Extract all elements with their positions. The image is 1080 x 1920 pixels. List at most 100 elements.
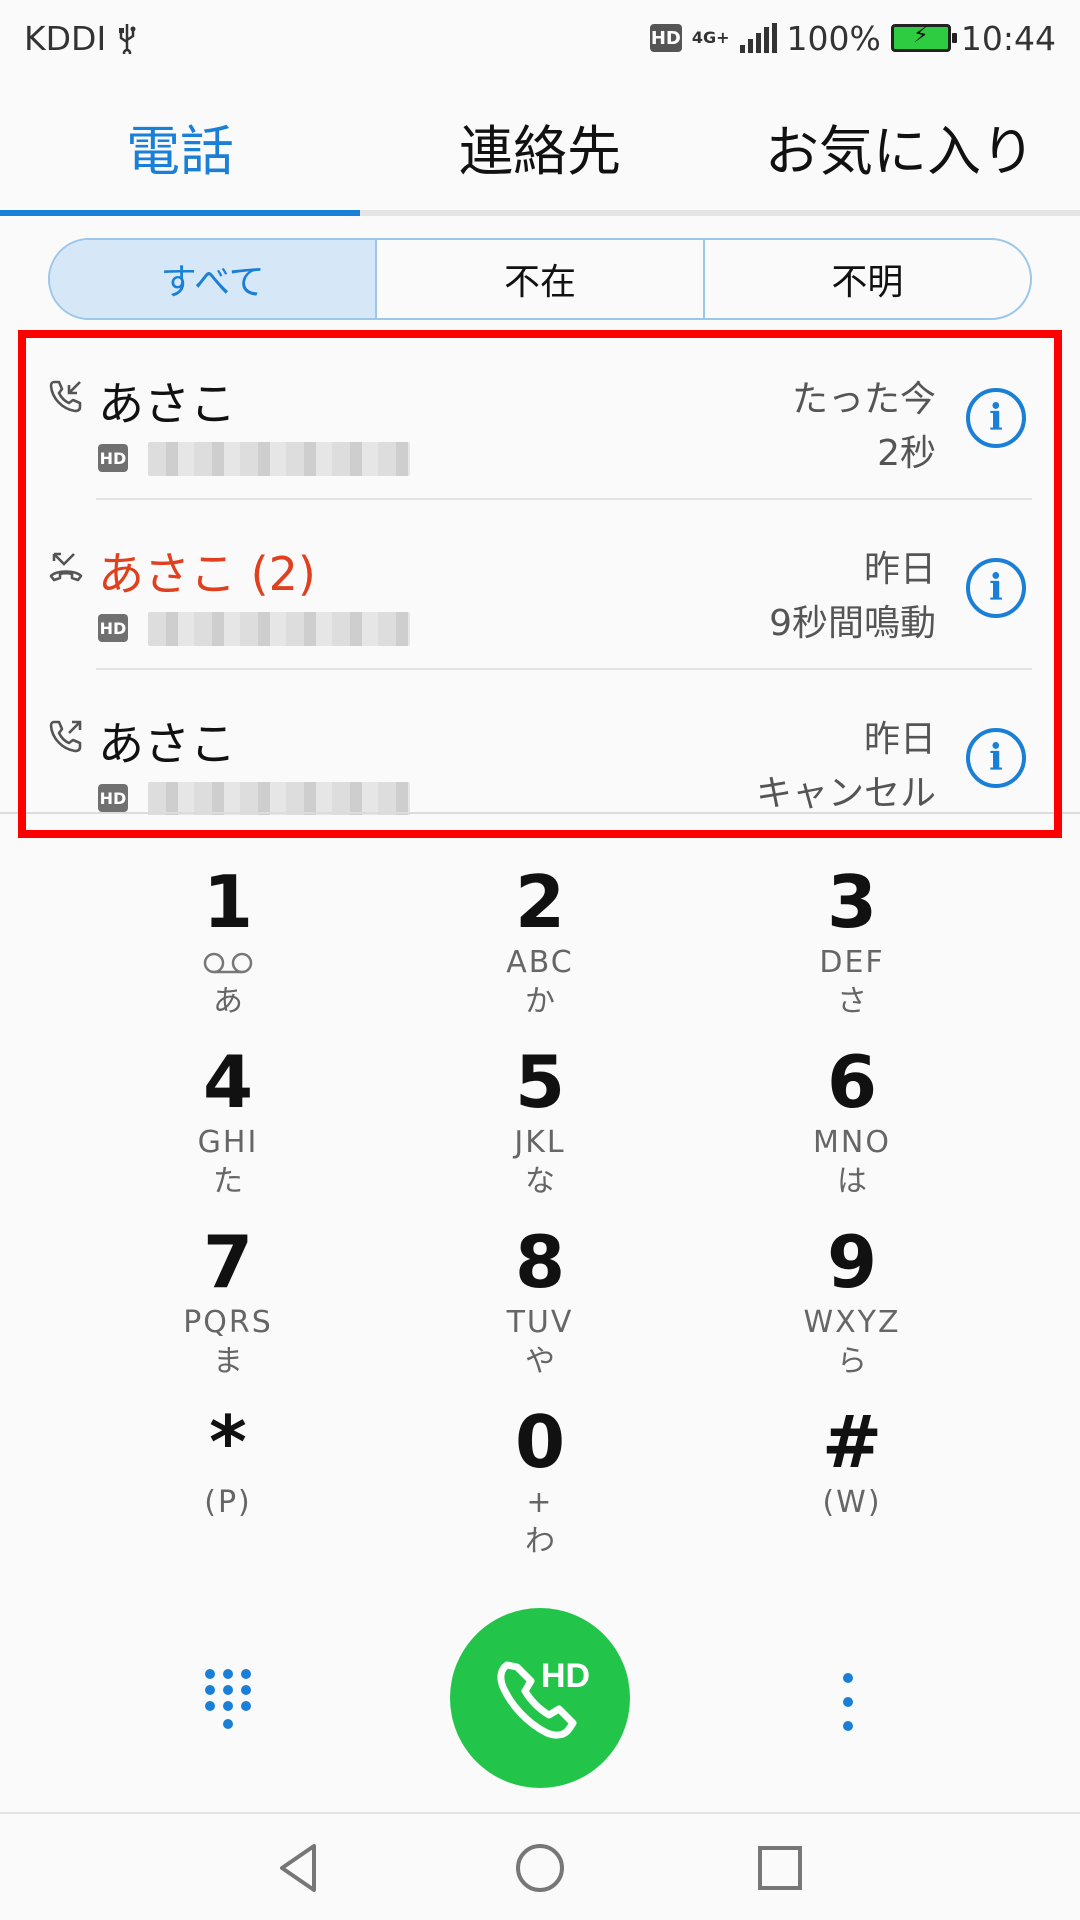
hd-badge: HD xyxy=(98,444,128,472)
status-left: KDDI xyxy=(24,19,138,58)
call-time: たった今 xyxy=(791,379,936,420)
key-digit: 6 xyxy=(826,1040,878,1124)
dial-key-1[interactable]: 1 あ xyxy=(72,860,384,1040)
redacted-number xyxy=(148,442,410,476)
info-button[interactable]: i xyxy=(966,728,1026,788)
battery-percent: 100% xyxy=(786,18,881,58)
key-digit: 1 xyxy=(202,860,254,944)
key-kana: さ xyxy=(837,984,867,1019)
dial-key-6[interactable]: 6 MNO は xyxy=(696,1040,1008,1220)
network-type: 4G+ xyxy=(691,28,730,47)
redacted-number xyxy=(148,782,410,815)
dialpad: 1 あ 2 ABC か 3 DEF さ 4 GHI た 5 JKL な 6 MN… xyxy=(0,860,1080,1580)
info-button[interactable]: i xyxy=(966,558,1026,618)
hd-badge: HD xyxy=(98,614,128,642)
tab-phone[interactable]: 電話 xyxy=(0,76,360,216)
dial-key-3[interactable]: 3 DEF さ xyxy=(696,860,1008,1040)
key-letters: JKL xyxy=(514,1125,566,1160)
key-letters: ABC xyxy=(506,945,574,980)
key-kana: か xyxy=(525,984,555,1019)
carrier-label: KDDI xyxy=(24,18,107,58)
signal-icon xyxy=(739,23,777,53)
filter-all[interactable]: すべて xyxy=(50,240,378,318)
call-log-row[interactable]: あさこ HD たった今 2秒 i xyxy=(0,330,1080,500)
call-log-row[interactable]: あさこ HD 昨日 キャンセル i xyxy=(0,670,1080,815)
dial-key-7[interactable]: 7 PQRS ま xyxy=(72,1220,384,1400)
key-digit: 8 xyxy=(514,1220,566,1304)
more-options-icon[interactable] xyxy=(842,1672,854,1732)
tab-contacts[interactable]: 連絡先 xyxy=(360,76,720,216)
incoming-call-icon xyxy=(49,380,82,413)
dial-key-9[interactable]: 9 WXYZ ら xyxy=(696,1220,1008,1400)
outgoing-call-icon xyxy=(49,720,82,753)
key-kana: は xyxy=(837,1164,867,1199)
caller-name: あさこ xyxy=(98,377,236,431)
key-letters: (P) xyxy=(204,1485,252,1520)
key-kana: た xyxy=(213,1164,243,1199)
key-digit: 3 xyxy=(826,860,878,944)
filter-missed[interactable]: 不在 xyxy=(377,240,705,318)
usb-icon xyxy=(119,24,136,54)
key-letters: PQRS xyxy=(183,1305,273,1340)
key-letters: DEF xyxy=(819,945,885,980)
key-digit: 2 xyxy=(514,860,566,944)
key-letters: MNO xyxy=(813,1125,891,1160)
home-icon[interactable] xyxy=(508,1836,572,1900)
key-kana: や xyxy=(525,1344,555,1379)
recent-apps-icon[interactable] xyxy=(748,1836,812,1900)
dial-key-5[interactable]: 5 JKL な xyxy=(384,1040,696,1220)
hd-badge: HD xyxy=(98,784,128,812)
key-kana: あ xyxy=(213,984,243,1019)
dial-key-2[interactable]: 2 ABC か xyxy=(384,860,696,1040)
key-letters: (W) xyxy=(822,1485,882,1520)
call-log-bottom-edge xyxy=(0,812,1080,814)
call-duration: キャンセル xyxy=(755,773,936,814)
top-tabs: 電話 連絡先 お気に入り xyxy=(0,76,1080,216)
hd-voice-indicator: HD xyxy=(649,24,682,52)
info-icon: i xyxy=(989,567,1003,609)
key-digit: 4 xyxy=(202,1040,254,1124)
dial-key-8[interactable]: 8 TUV や xyxy=(384,1220,696,1400)
dial-key-hash[interactable]: # (W) xyxy=(696,1400,1008,1580)
dialpad-toggle-icon[interactable] xyxy=(204,1668,252,1732)
phone-icon: HD xyxy=(497,1657,590,1739)
dial-key-4[interactable]: 4 GHI た xyxy=(72,1040,384,1220)
call-duration: 9秒間鳴動 xyxy=(769,603,936,644)
caller-name: あさこ xyxy=(98,717,236,771)
key-letters: TUV xyxy=(506,1305,574,1340)
info-button[interactable]: i xyxy=(966,388,1026,448)
key-digit: 9 xyxy=(826,1220,878,1304)
key-letters: + xyxy=(526,1485,554,1520)
call-time: 昨日 xyxy=(863,549,936,590)
call-log-list[interactable]: あさこ HD たった今 2秒 i あさこ (2) HD 昨日 9秒間鳴動 i あ… xyxy=(0,330,1080,815)
system-nav-bar xyxy=(0,1812,1080,1920)
key-letters: WXYZ xyxy=(803,1305,901,1340)
key-digit: 0 xyxy=(514,1400,566,1484)
key-kana: な xyxy=(525,1164,555,1199)
tab-favorites[interactable]: お気に入り xyxy=(720,76,1080,216)
call-time: 昨日 xyxy=(863,719,936,760)
key-digit: 5 xyxy=(514,1040,566,1124)
missed-call-icon xyxy=(49,552,83,582)
status-right: HD 4G+ 100% ⚡ 10:44 xyxy=(649,18,1056,58)
status-bar: KDDI HD 4G+ 100% ⚡ 10:44 xyxy=(0,0,1080,76)
info-icon: i xyxy=(989,737,1003,779)
key-digit: # xyxy=(821,1400,883,1484)
call-filter: すべて 不在 不明 xyxy=(48,238,1032,320)
dial-key-star[interactable]: * (P) xyxy=(72,1400,384,1580)
filter-unknown[interactable]: 不明 xyxy=(705,240,1030,318)
call-log-row[interactable]: あさこ (2) HD 昨日 9秒間鳴動 i xyxy=(0,500,1080,670)
key-kana: わ xyxy=(525,1524,555,1559)
dialer-actions: HD xyxy=(0,1608,1080,1788)
clock: 10:44 xyxy=(960,18,1056,58)
voicemail-icon xyxy=(203,952,253,974)
tab-indicator xyxy=(0,210,360,216)
redacted-number xyxy=(148,612,410,646)
battery-charging-icon: ⚡ xyxy=(890,23,957,52)
hd-call-button[interactable]: HD xyxy=(450,1608,630,1788)
dial-key-0[interactable]: 0 + わ xyxy=(384,1400,696,1580)
key-digit: 7 xyxy=(202,1220,254,1304)
back-icon[interactable] xyxy=(268,1836,332,1900)
key-digit: * xyxy=(209,1400,247,1484)
key-kana: ま xyxy=(213,1344,243,1379)
